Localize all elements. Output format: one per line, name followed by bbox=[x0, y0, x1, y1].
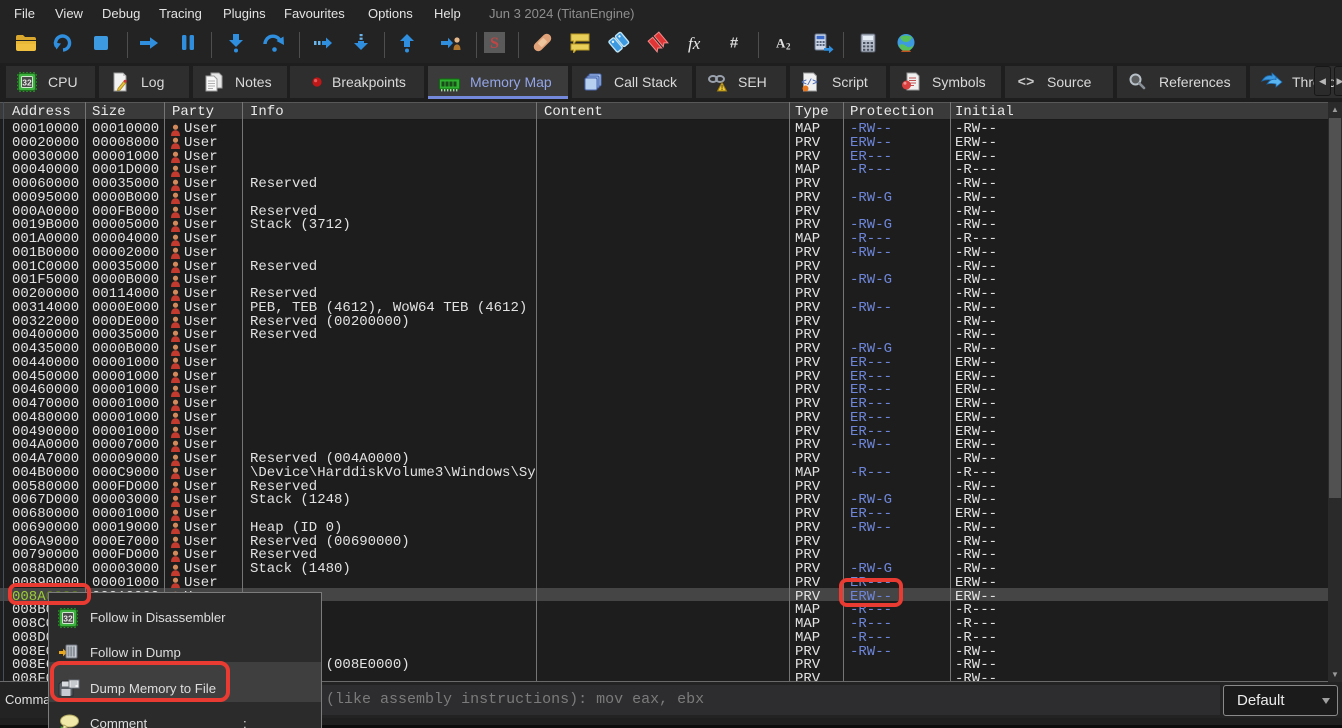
svg-text:32: 32 bbox=[22, 77, 32, 87]
svg-text:<>: <> bbox=[1018, 75, 1035, 90]
svg-text:2: 2 bbox=[786, 42, 791, 52]
svg-text:S: S bbox=[490, 35, 499, 52]
svg-text:32: 32 bbox=[63, 613, 73, 623]
svg-text:!: ! bbox=[721, 85, 723, 92]
svg-text:A: A bbox=[776, 36, 786, 51]
svg-text:#: # bbox=[730, 35, 739, 52]
svg-text:fx: fx bbox=[688, 34, 701, 53]
